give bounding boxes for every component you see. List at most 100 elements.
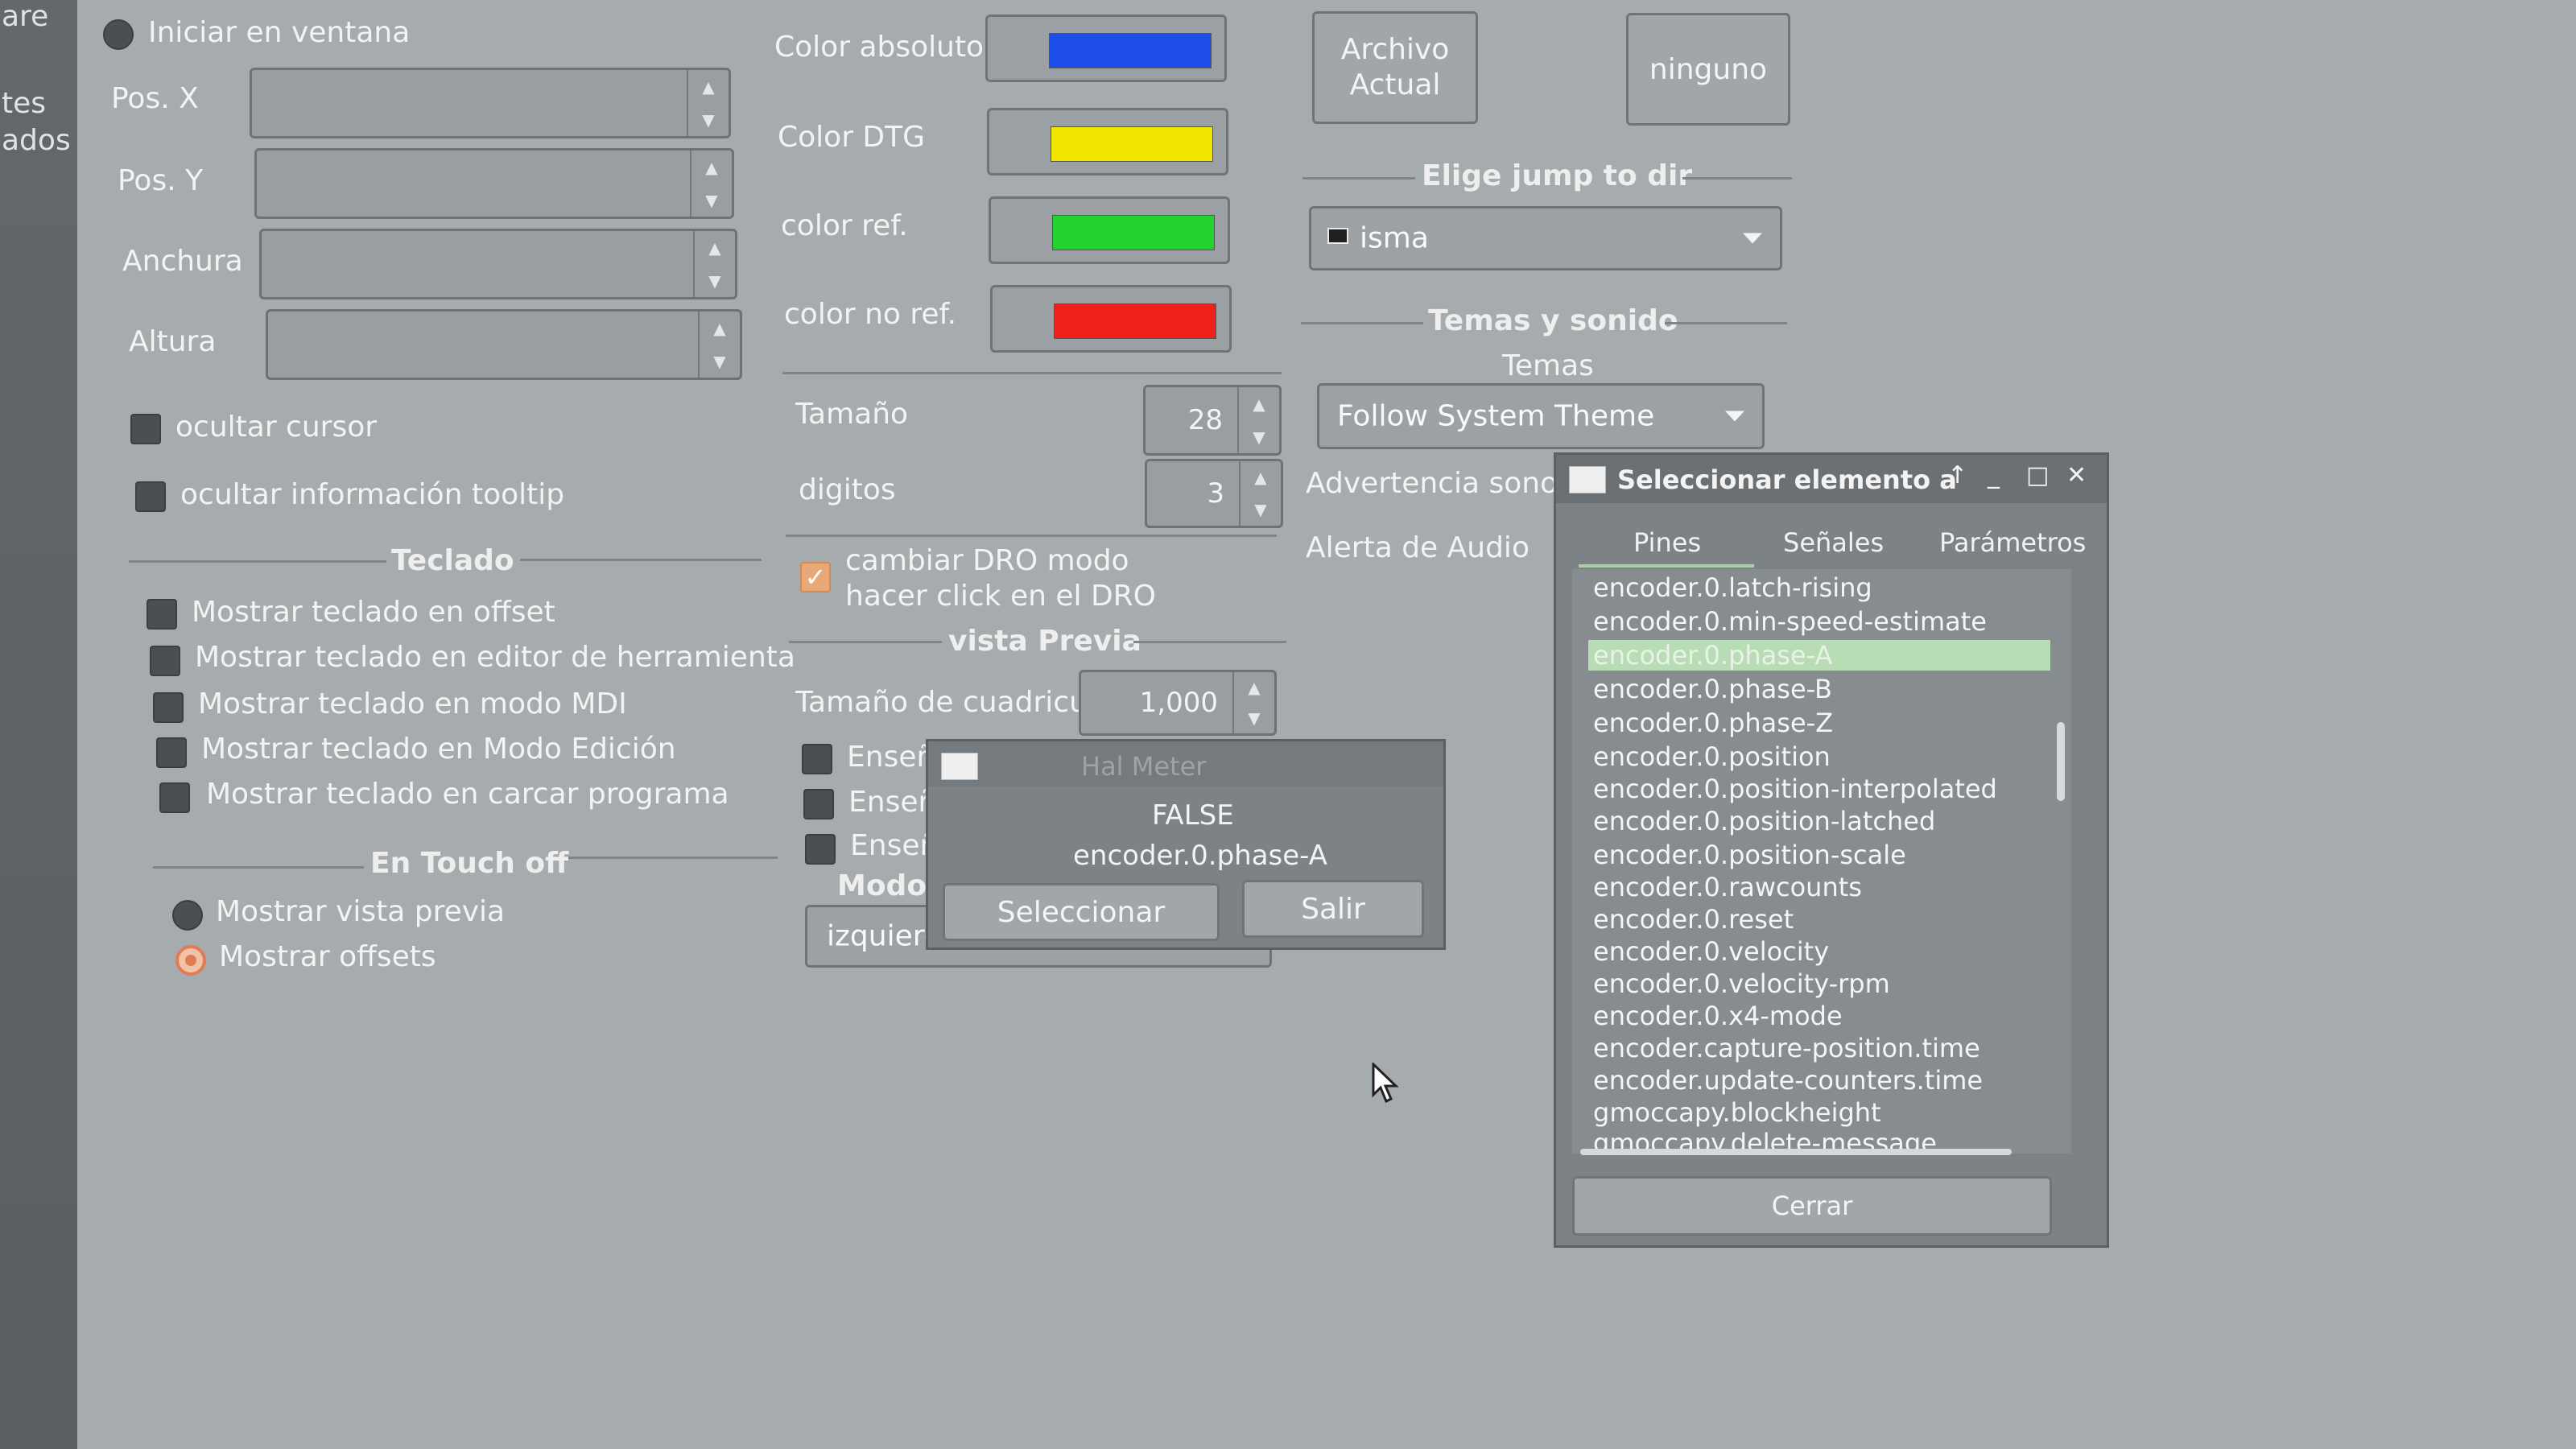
list-item[interactable]: encoder.0.position-scale [1593,840,1906,870]
chevron-up-icon[interactable]: ▲ [1248,678,1260,697]
list-item[interactable]: encoder.capture-position.time [1593,1033,1980,1063]
dro-size-value[interactable]: 28 [1188,404,1223,436]
grid-size-value[interactable]: 1,000 [1140,687,1218,719]
chevron-down-icon[interactable] [1743,233,1762,244]
jumpdir-divider-left [1302,177,1415,180]
pos-y-spinner-arrows[interactable]: ▲ ▼ [690,151,732,217]
list-item[interactable]: encoder.0.reset [1593,904,1794,935]
chevron-down-icon[interactable]: ▼ [1253,427,1265,447]
list-item[interactable]: encoder.0.phase-Z [1593,708,1833,738]
chevron-down-icon[interactable]: ▼ [1254,500,1266,519]
pos-x-spinner-arrows[interactable]: ▲ ▼ [687,70,729,136]
list-item-selected[interactable]: encoder.0.phase-A [1588,640,2050,671]
sidebar-text-3[interactable]: ados [2,124,71,157]
list-item[interactable]: encoder.0.position [1593,741,1831,772]
dro-digits-spinner[interactable]: 3 ▲ ▼ [1145,459,1283,528]
chevron-up-icon[interactable]: ▲ [1254,468,1266,487]
maximize-icon[interactable]: □ [2026,461,2049,489]
keyboard-mdi-checkbox[interactable] [153,692,184,723]
show-option-3-checkbox[interactable] [805,834,836,865]
pos-y-spinner[interactable]: ▲ ▼ [254,148,734,219]
chevron-up-icon[interactable]: ▲ [713,319,725,338]
close-button-label: Cerrar [1771,1191,1853,1221]
pos-x-label: Pos. X [111,82,199,115]
chevron-down-icon[interactable]: ▼ [705,191,717,210]
dro-size-spinner[interactable]: 28 ▲ ▼ [1143,385,1282,456]
close-button[interactable]: Cerrar [1572,1176,2052,1236]
keyboard-edit-mode-checkbox[interactable] [156,737,187,768]
tab-parameters[interactable]: Parámetros [1939,527,2086,558]
chevron-up-icon[interactable]: ▲ [708,238,720,258]
select-dialog-titlebar: Seleccionar elemento a ↑ _ □ ✕ [1556,455,2107,503]
vertical-scrollbar-thumb[interactable] [2057,722,2065,801]
theme-combo[interactable]: Follow System Theme [1317,383,1765,449]
theme-combo-value[interactable]: Follow System Theme [1337,400,1654,433]
dro-digits-value[interactable]: 3 [1207,477,1224,510]
list-item[interactable]: encoder.0.rawcounts [1593,872,1862,902]
horizontal-scrollbar-thumb[interactable] [1580,1149,2012,1155]
width-spinner[interactable]: ▲ ▼ [259,229,737,299]
chevron-down-icon[interactable]: ▼ [713,352,725,371]
chevron-up-icon[interactable]: ▲ [1253,394,1265,414]
sidebar-text-1[interactable]: are [2,0,48,33]
grid-size-spinner[interactable]: 1,000 ▲ ▼ [1079,670,1277,736]
list-item[interactable]: encoder.0.position-interpolated [1593,774,1997,804]
chevron-up-icon[interactable]: ▲ [702,77,714,97]
chevron-down-icon[interactable]: ▼ [702,110,714,130]
jump-dir-value[interactable]: isma [1360,222,1429,255]
grid-size-arrows[interactable]: ▲ ▼ [1232,672,1274,733]
themes-divider-left [1301,322,1423,324]
list-item[interactable]: encoder.update-counters.time [1593,1065,1983,1096]
color-dtg-button[interactable] [987,108,1228,175]
change-dro-mode-checkbox[interactable]: ✓ [800,562,831,592]
dro-digits-arrows[interactable]: ▲ ▼ [1239,461,1281,526]
jump-dir-combo[interactable]: isma [1309,206,1782,270]
file-value-button[interactable]: ninguno [1626,13,1790,126]
minimize-icon[interactable]: _ [1988,461,2000,489]
keyboard-offset-checkbox[interactable] [147,599,177,630]
dro-size-arrows[interactable]: ▲ ▼ [1237,387,1279,453]
list-item[interactable]: encoder.0.position-latched [1593,806,1935,836]
tab-pins[interactable]: Pines [1633,527,1701,558]
chevron-down-icon[interactable] [1725,411,1744,422]
list-item[interactable]: encoder.0.phase-B [1593,674,1832,704]
chevron-down-icon[interactable]: ▼ [1248,708,1260,728]
hide-cursor-checkbox[interactable] [130,414,161,444]
keyboard-tool-editor-checkbox[interactable] [150,646,180,676]
list-item[interactable]: gmoccapy.blockheight [1593,1097,1881,1128]
width-spinner-arrows[interactable]: ▲ ▼ [693,231,735,297]
jump-dir-title: Elige jump to dir [1422,159,1693,192]
hal-meter-titlebar: Hal Meter [928,741,1443,786]
change-dro-mode-label-1: cambiar DRO modo [845,544,1129,577]
list-item[interactable]: encoder.0.min-speed-estimate [1593,606,1987,637]
close-icon[interactable]: ✕ [2066,461,2087,489]
pin-list[interactable]: encoder.0.latch-rising encoder.0.min-spe… [1572,569,2071,1154]
show-option-2-checkbox[interactable] [803,789,834,819]
mode-combo-value[interactable]: izquierc [827,920,940,953]
chevron-up-icon[interactable]: ▲ [705,158,717,177]
pos-x-spinner[interactable]: ▲ ▼ [250,68,731,138]
list-item[interactable]: encoder.0.velocity-rpm [1593,968,1890,999]
current-file-button[interactable]: Archivo Actual [1312,11,1478,124]
height-spinner[interactable]: ▲ ▼ [266,309,742,380]
list-item[interactable]: encoder.0.velocity [1593,936,1829,967]
exit-button[interactable]: Salir [1242,880,1424,938]
keep-above-icon[interactable]: ↑ [1947,461,1967,489]
color-absolute-label: Color absoluto [774,31,985,64]
sidebar-text-2[interactable]: tes [2,87,46,120]
keyboard-load-program-checkbox[interactable] [159,782,190,813]
select-button[interactable]: Seleccionar [943,883,1220,941]
color-ref-button[interactable] [989,196,1230,264]
show-preview-radio[interactable] [172,900,203,931]
color-absolute-button[interactable] [985,14,1227,82]
start-in-window-radio[interactable] [103,19,134,50]
show-option-1-checkbox[interactable] [802,744,832,774]
chevron-down-icon[interactable]: ▼ [708,271,720,291]
list-item[interactable]: encoder.0.x4-mode [1593,1001,1843,1031]
color-noref-button[interactable] [990,285,1232,353]
hide-tooltip-checkbox[interactable] [135,481,166,512]
height-spinner-arrows[interactable]: ▲ ▼ [698,312,740,378]
list-item[interactable]: encoder.0.latch-rising [1593,572,1872,603]
show-offsets-radio[interactable] [175,945,206,976]
tab-signals[interactable]: Señales [1783,527,1884,558]
